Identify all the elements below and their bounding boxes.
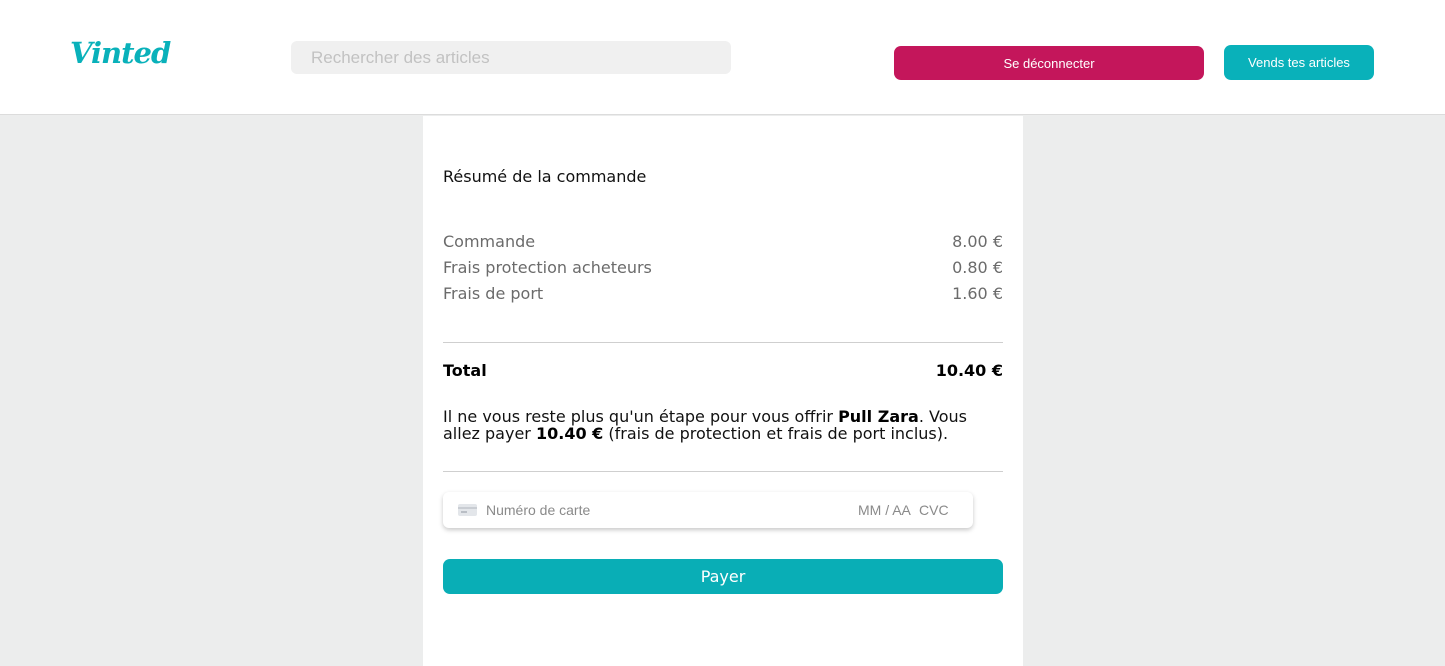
total-amount: 10.40 €	[935, 361, 1003, 380]
divider	[443, 471, 1003, 472]
credit-card-icon	[458, 504, 477, 516]
pay-button[interactable]: Payer	[443, 559, 1003, 594]
vinted-logo[interactable]: Vinted	[70, 36, 171, 70]
summary-title: Résumé de la commande	[443, 167, 647, 186]
card-cvc-input[interactable]: CVC	[919, 502, 949, 518]
card-input-field[interactable]: Numéro de carte MM / AA CVC	[443, 492, 973, 528]
line-amount: 8.00 €	[952, 232, 1003, 251]
order-summary-panel: Résumé de la commande Commande 8.00 € Fr…	[423, 116, 1023, 666]
card-number-input[interactable]: Numéro de carte	[486, 502, 590, 518]
line-amount: 1.60 €	[952, 284, 1003, 303]
sell-items-button[interactable]: Vends tes articles	[1224, 45, 1374, 80]
pay-amount: 10.40 €	[535, 424, 604, 443]
top-header: Vinted Se déconnecter Vends tes articles	[0, 0, 1445, 115]
divider	[443, 342, 1003, 343]
total-label: Total	[443, 361, 487, 380]
total-row: Total 10.40 €	[443, 361, 1003, 380]
line-label: Frais protection acheteurs	[443, 258, 652, 277]
order-line-shipping: Frais de port 1.60 €	[443, 284, 1003, 303]
message-text: (frais de protection et frais de port in…	[603, 424, 949, 443]
logout-button[interactable]: Se déconnecter	[894, 46, 1204, 80]
payment-message: Il ne vous reste plus qu'un étape pour v…	[443, 408, 1003, 442]
line-label: Commande	[443, 232, 536, 251]
line-amount: 0.80 €	[952, 258, 1003, 277]
card-expiry-input[interactable]: MM / AA	[858, 502, 911, 518]
order-line-commande: Commande 8.00 €	[443, 232, 1003, 251]
line-label: Frais de port	[443, 284, 544, 303]
search-input[interactable]	[291, 41, 731, 74]
order-line-buyer-protection: Frais protection acheteurs 0.80 €	[443, 258, 1003, 277]
